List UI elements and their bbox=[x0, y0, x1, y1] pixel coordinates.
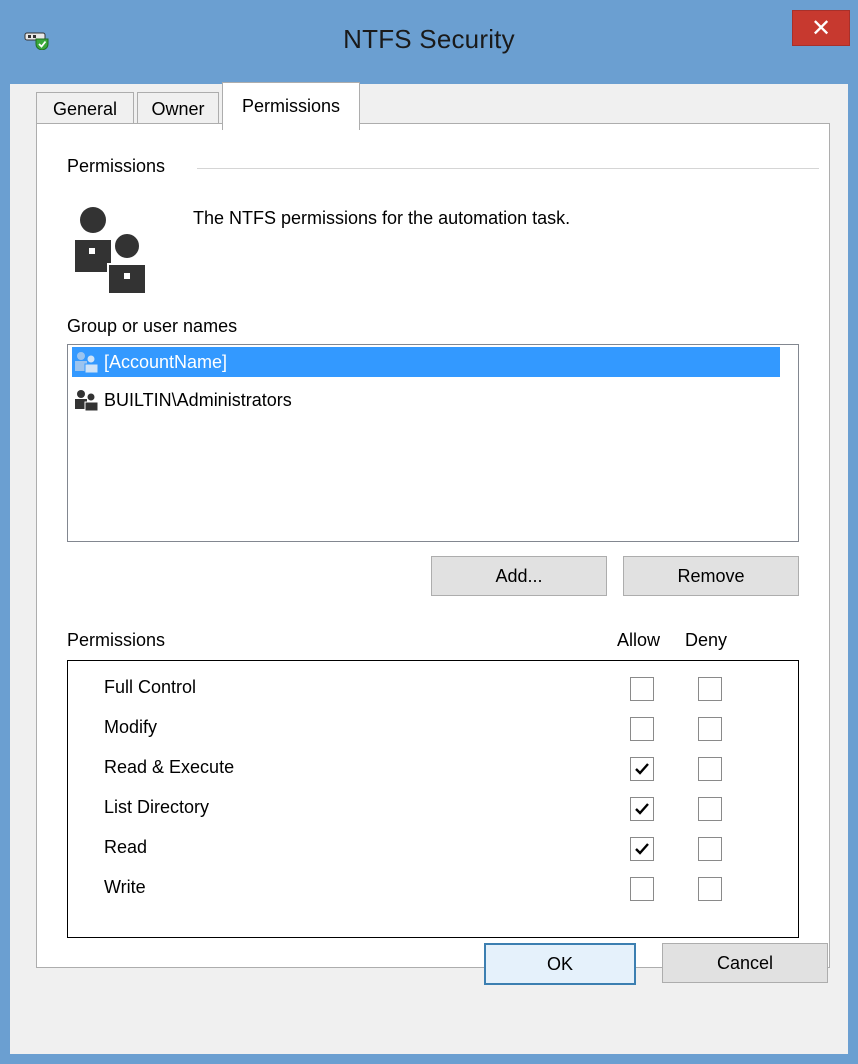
permission-row-read: Read bbox=[68, 833, 798, 863]
group-user-names-label: Group or user names bbox=[67, 316, 238, 336]
close-button[interactable]: ✕ bbox=[792, 10, 850, 46]
allow-column-header: Allow bbox=[617, 630, 661, 650]
allow-checkbox[interactable] bbox=[630, 877, 654, 901]
permission-row-full-control: Full Control bbox=[68, 673, 798, 703]
permissions-tab-panel: Permissions The NTFS permissions for the… bbox=[36, 123, 830, 968]
tab-owner[interactable]: Owner bbox=[137, 92, 219, 126]
permissions-list-label: Permissions bbox=[67, 630, 166, 650]
tab-permissions[interactable]: Permissions bbox=[222, 82, 360, 130]
ok-button[interactable]: OK bbox=[484, 943, 636, 985]
cancel-button[interactable]: Cancel bbox=[662, 943, 828, 983]
deny-column-header: Deny bbox=[685, 630, 728, 650]
checkmark-icon bbox=[635, 803, 649, 815]
permission-name: Modify bbox=[104, 717, 158, 737]
list-item-builtin-administrators[interactable]: BUILTIN\Administrators bbox=[72, 385, 292, 415]
permission-name: Write bbox=[104, 877, 146, 897]
permission-row-write: Write bbox=[68, 873, 798, 903]
allow-checkbox[interactable] bbox=[630, 837, 654, 861]
permission-name: Read & Execute bbox=[104, 757, 235, 777]
permission-name: Read bbox=[104, 837, 148, 857]
user-list[interactable]: [AccountName] BUILTIN\Administrators bbox=[67, 344, 799, 542]
checkmark-icon bbox=[635, 843, 649, 855]
deny-checkbox[interactable] bbox=[698, 757, 722, 781]
dialog-client: General Owner Permissions Permissions Th… bbox=[10, 82, 848, 1054]
allow-checkbox[interactable] bbox=[630, 717, 654, 741]
permissions-description: The NTFS permissions for the automation … bbox=[193, 208, 571, 228]
users-icon bbox=[75, 207, 147, 294]
deny-checkbox[interactable] bbox=[698, 797, 722, 821]
deny-checkbox[interactable] bbox=[698, 837, 722, 861]
user-name: BUILTIN\Administrators bbox=[104, 389, 292, 410]
deny-checkbox[interactable] bbox=[698, 717, 722, 741]
permission-row-list-directory: List Directory bbox=[68, 793, 798, 823]
allow-checkbox[interactable] bbox=[630, 797, 654, 821]
permissions-group-label: Permissions bbox=[67, 156, 166, 176]
window-title: NTFS Security bbox=[343, 24, 515, 54]
allow-checkbox[interactable] bbox=[630, 677, 654, 701]
group-separator bbox=[197, 168, 819, 169]
permission-name: Full Control bbox=[104, 677, 197, 697]
title-bar[interactable]: NTFS Security ✕ bbox=[0, 0, 858, 84]
deny-checkbox[interactable] bbox=[698, 877, 722, 901]
deny-checkbox[interactable] bbox=[698, 677, 722, 701]
close-icon: ✕ bbox=[810, 14, 832, 42]
user-group-icon bbox=[75, 352, 99, 373]
user-name: [AccountName] bbox=[104, 351, 228, 372]
permission-name: List Directory bbox=[104, 797, 210, 817]
user-group-icon bbox=[75, 390, 99, 411]
add-button[interactable]: Add... bbox=[431, 556, 607, 596]
permissions-list: Full Control Modify Read & Execute List … bbox=[67, 660, 799, 938]
permission-row-read-execute: Read & Execute bbox=[68, 753, 798, 783]
remove-button[interactable]: Remove bbox=[623, 556, 799, 596]
checkmark-icon bbox=[635, 763, 649, 775]
ntfs-security-window: NTFS Security ✕ General Owner Permission… bbox=[0, 0, 858, 1064]
tab-general[interactable]: General bbox=[36, 92, 134, 126]
permission-row-modify: Modify bbox=[68, 713, 798, 743]
allow-checkbox[interactable] bbox=[630, 757, 654, 781]
list-item-account-name[interactable]: [AccountName] bbox=[72, 347, 780, 377]
